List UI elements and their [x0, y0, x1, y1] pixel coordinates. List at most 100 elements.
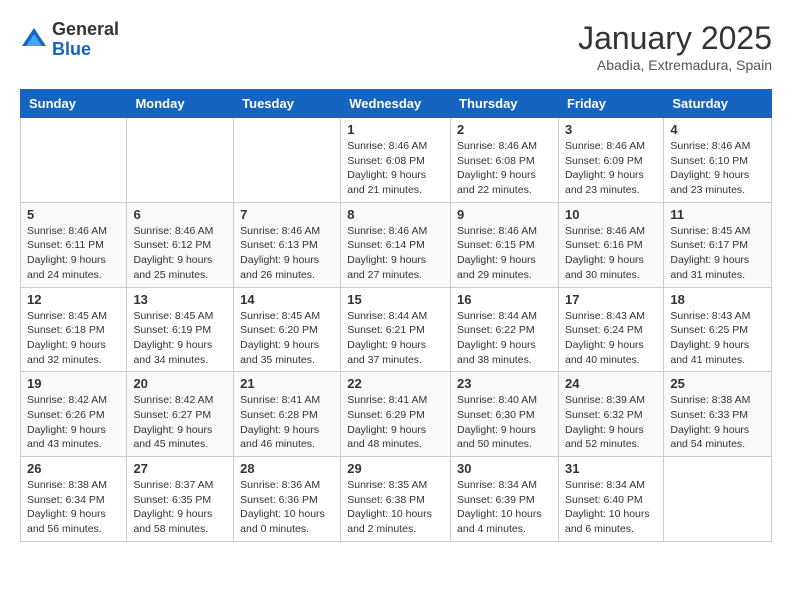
calendar-cell: 1Sunrise: 8:46 AM Sunset: 6:08 PM Daylig… [341, 118, 451, 203]
day-number: 9 [457, 207, 552, 222]
weekday-header-row: SundayMondayTuesdayWednesdayThursdayFrid… [21, 90, 772, 118]
day-info: Sunrise: 8:43 AM Sunset: 6:25 PM Dayligh… [670, 309, 765, 368]
day-number: 1 [347, 122, 444, 137]
day-number: 13 [133, 292, 227, 307]
calendar-week-4: 19 Sunrise: 8:42 AM Sunset: 6:26 PM Dayli… [21, 372, 772, 457]
day-info: Sunrise: 8:46 AM Sunset: 6:09 PM Dayligh… [565, 139, 657, 198]
calendar-cell: 8Sunrise: 8:46 AM Sunset: 6:14 PM Daylig… [341, 202, 451, 287]
calendar-cell: 14 Sunrise: 8:45 AM Sunset: 6:20 PM Dayli… [234, 287, 341, 372]
day-info: Sunrise: 8:44 AM Sunset: 6:21 PM Dayligh… [347, 309, 444, 368]
day-info: Sunrise: 8:40 AM Sunset: 6:30 PM Dayligh… [457, 393, 552, 452]
weekday-header-tuesday: Tuesday [234, 90, 341, 118]
logo: General Blue [20, 20, 119, 60]
calendar-cell: 3 Sunrise: 8:46 AM Sunset: 6:09 PM Daylig… [558, 118, 663, 203]
day-number: 18 [670, 292, 765, 307]
calendar-cell: 5Sunrise: 8:46 AM Sunset: 6:11 PM Daylig… [21, 202, 127, 287]
day-number: 14 [240, 292, 334, 307]
calendar-cell: 20 Sunrise: 8:42 AM Sunset: 6:27 PM Dayli… [127, 372, 234, 457]
day-info: Sunrise: 8:43 AM Sunset: 6:24 PM Dayligh… [565, 309, 657, 368]
day-number: 21 [240, 376, 334, 391]
day-info: Sunrise: 8:46 AM Sunset: 6:11 PM Dayligh… [27, 224, 120, 283]
calendar-cell: 9Sunrise: 8:46 AM Sunset: 6:15 PM Daylig… [451, 202, 559, 287]
calendar-cell: 6 Sunrise: 8:46 AM Sunset: 6:12 PM Daylig… [127, 202, 234, 287]
calendar-week-3: 12 Sunrise: 8:45 AM Sunset: 6:18 PM Dayli… [21, 287, 772, 372]
weekday-header-sunday: Sunday [21, 90, 127, 118]
calendar-cell: 16 Sunrise: 8:44 AM Sunset: 6:22 PM Dayli… [451, 287, 559, 372]
calendar-cell: 30Sunrise: 8:34 AM Sunset: 6:39 PM Dayli… [451, 457, 559, 542]
calendar-cell [664, 457, 772, 542]
calendar-cell: 29 Sunrise: 8:35 AM Sunset: 6:38 PM Dayli… [341, 457, 451, 542]
calendar-week-2: 5Sunrise: 8:46 AM Sunset: 6:11 PM Daylig… [21, 202, 772, 287]
calendar-cell [127, 118, 234, 203]
day-info: Sunrise: 8:35 AM Sunset: 6:38 PM Dayligh… [347, 478, 444, 537]
weekday-header-monday: Monday [127, 90, 234, 118]
calendar-title: January 2025 [578, 20, 772, 57]
day-number: 10 [565, 207, 657, 222]
day-info: Sunrise: 8:38 AM Sunset: 6:33 PM Dayligh… [670, 393, 765, 452]
calendar-cell: 25Sunrise: 8:38 AM Sunset: 6:33 PM Dayli… [664, 372, 772, 457]
calendar-cell: 22 Sunrise: 8:41 AM Sunset: 6:29 PM Dayli… [341, 372, 451, 457]
day-number: 16 [457, 292, 552, 307]
day-number: 19 [27, 376, 120, 391]
day-number: 31 [565, 461, 657, 476]
calendar-cell: 28 Sunrise: 8:36 AM Sunset: 6:36 PM Dayli… [234, 457, 341, 542]
day-info: Sunrise: 8:45 AM Sunset: 6:20 PM Dayligh… [240, 309, 334, 368]
calendar-cell: 11 Sunrise: 8:45 AM Sunset: 6:17 PM Dayli… [664, 202, 772, 287]
day-info: Sunrise: 8:42 AM Sunset: 6:27 PM Dayligh… [133, 393, 227, 452]
day-number: 3 [565, 122, 657, 137]
day-info: Sunrise: 8:37 AM Sunset: 6:35 PM Dayligh… [133, 478, 227, 537]
calendar-cell: 31 Sunrise: 8:34 AM Sunset: 6:40 PM Dayli… [558, 457, 663, 542]
day-info: Sunrise: 8:46 AM Sunset: 6:08 PM Dayligh… [457, 139, 552, 198]
day-info: Sunrise: 8:39 AM Sunset: 6:32 PM Dayligh… [565, 393, 657, 452]
day-info: Sunrise: 8:45 AM Sunset: 6:19 PM Dayligh… [133, 309, 227, 368]
day-number: 6 [133, 207, 227, 222]
day-info: Sunrise: 8:36 AM Sunset: 6:36 PM Dayligh… [240, 478, 334, 537]
day-number: 15 [347, 292, 444, 307]
day-number: 24 [565, 376, 657, 391]
day-info: Sunrise: 8:34 AM Sunset: 6:40 PM Dayligh… [565, 478, 657, 537]
day-info: Sunrise: 8:41 AM Sunset: 6:28 PM Dayligh… [240, 393, 334, 452]
calendar-cell: 24 Sunrise: 8:39 AM Sunset: 6:32 PM Dayli… [558, 372, 663, 457]
day-info: Sunrise: 8:42 AM Sunset: 6:26 PM Dayligh… [27, 393, 120, 452]
title-area: January 2025 Abadia, Extremadura, Spain [578, 20, 772, 73]
day-info: Sunrise: 8:46 AM Sunset: 6:16 PM Dayligh… [565, 224, 657, 283]
weekday-header-thursday: Thursday [451, 90, 559, 118]
day-info: Sunrise: 8:38 AM Sunset: 6:34 PM Dayligh… [27, 478, 120, 537]
weekday-header-wednesday: Wednesday [341, 90, 451, 118]
day-number: 26 [27, 461, 120, 476]
calendar-cell: 19 Sunrise: 8:42 AM Sunset: 6:26 PM Dayli… [21, 372, 127, 457]
calendar-cell: 4 Sunrise: 8:46 AM Sunset: 6:10 PM Daylig… [664, 118, 772, 203]
day-info: Sunrise: 8:44 AM Sunset: 6:22 PM Dayligh… [457, 309, 552, 368]
calendar-cell: 23 Sunrise: 8:40 AM Sunset: 6:30 PM Dayli… [451, 372, 559, 457]
calendar-week-1: 1 Sunrise: 8:46 AM Sunset: 6:08 PM Daylig… [21, 118, 772, 203]
day-number: 23 [457, 376, 552, 391]
day-info: Sunrise: 8:41 AM Sunset: 6:29 PM Dayligh… [347, 393, 444, 452]
day-number: 4 [670, 122, 765, 137]
day-number: 12 [27, 292, 120, 307]
calendar-cell: 10 Sunrise: 8:46 AM Sunset: 6:16 PM Dayli… [558, 202, 663, 287]
logo-text: General Blue [52, 20, 119, 60]
calendar-header: SundayMondayTuesdayWednesdayThursdayFrid… [21, 90, 772, 118]
weekday-header-saturday: Saturday [664, 90, 772, 118]
day-number: 22 [347, 376, 444, 391]
day-info: Sunrise: 8:46 AM Sunset: 6:14 PM Dayligh… [347, 224, 444, 283]
day-info: Sunrise: 8:45 AM Sunset: 6:17 PM Dayligh… [670, 224, 765, 283]
weekday-header-friday: Friday [558, 90, 663, 118]
day-number: 2 [457, 122, 552, 137]
calendar-body: 1 Sunrise: 8:46 AM Sunset: 6:08 PM Daylig… [21, 118, 772, 542]
day-info: Sunrise: 8:46 AM Sunset: 6:10 PM Dayligh… [670, 139, 765, 198]
day-number: 28 [240, 461, 334, 476]
day-number: 20 [133, 376, 227, 391]
day-number: 11 [670, 207, 765, 222]
day-number: 17 [565, 292, 657, 307]
day-number: 29 [347, 461, 444, 476]
day-number: 27 [133, 461, 227, 476]
calendar-cell: 13 Sunrise: 8:45 AM Sunset: 6:19 PM Dayli… [127, 287, 234, 372]
day-info: Sunrise: 8:34 AM Sunset: 6:39 PM Dayligh… [457, 478, 552, 537]
day-info: Sunrise: 8:46 AM Sunset: 6:12 PM Dayligh… [133, 224, 227, 283]
calendar-cell: 7Sunrise: 8:46 AM Sunset: 6:13 PM Daylig… [234, 202, 341, 287]
logo-icon [20, 26, 48, 54]
day-info: Sunrise: 8:45 AM Sunset: 6:18 PM Dayligh… [27, 309, 120, 368]
day-info: Sunrise: 8:46 AM Sunset: 6:13 PM Dayligh… [240, 224, 334, 283]
calendar-cell: 2 Sunrise: 8:46 AM Sunset: 6:08 PM Daylig… [451, 118, 559, 203]
